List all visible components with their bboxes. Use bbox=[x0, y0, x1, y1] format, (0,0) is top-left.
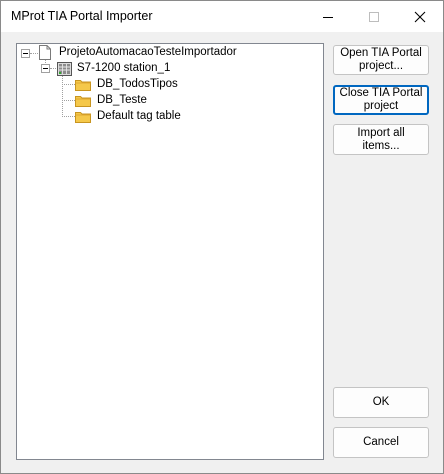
close-project-button[interactable]: Close TIA Portal project bbox=[333, 85, 429, 115]
tree-node-folder[interactable]: DB_TodosTipos bbox=[17, 77, 317, 93]
collapse-toggle[interactable] bbox=[21, 49, 30, 58]
window-title: MProt TIA Portal Importer bbox=[11, 9, 153, 23]
title-bar[interactable]: MProt TIA Portal Importer bbox=[1, 1, 443, 32]
tree-connector bbox=[30, 53, 38, 54]
tree-node-label: S7-1200 station_1 bbox=[77, 62, 171, 74]
folder-icon bbox=[75, 80, 91, 91]
close-window-button[interactable] bbox=[397, 1, 443, 32]
tree-node-folder[interactable]: DB_Teste bbox=[17, 93, 317, 109]
tree-node-station[interactable]: S7-1200 station_1 bbox=[17, 61, 317, 77]
importer-window: MProt TIA Portal Importer ProjetoAutomac… bbox=[0, 0, 444, 474]
tree-node-label: Default tag table bbox=[97, 110, 181, 122]
folder-icon bbox=[75, 96, 91, 107]
tree-node-label: ProjetoAutomacaoTesteImportador bbox=[59, 46, 237, 58]
maximize-icon bbox=[369, 12, 379, 22]
project-tree[interactable]: ProjetoAutomacaoTesteImportador S7-1200 … bbox=[16, 43, 324, 460]
cancel-button[interactable]: Cancel bbox=[333, 427, 429, 458]
close-icon bbox=[414, 11, 426, 23]
maximize-button bbox=[351, 1, 397, 32]
tree-node-label: DB_TodosTipos bbox=[97, 78, 178, 90]
minimize-button[interactable] bbox=[305, 1, 351, 32]
document-icon bbox=[39, 45, 51, 60]
tree-node-root[interactable]: ProjetoAutomacaoTesteImportador bbox=[17, 45, 317, 61]
import-all-button[interactable]: Import all items... bbox=[333, 124, 429, 155]
plc-icon bbox=[57, 62, 72, 76]
tree-connector bbox=[50, 68, 56, 69]
tree-node-label: DB_Teste bbox=[97, 94, 147, 106]
ok-button[interactable]: OK bbox=[333, 387, 429, 418]
folder-icon bbox=[75, 112, 91, 123]
minimize-icon bbox=[323, 17, 333, 18]
tree-node-folder[interactable]: Default tag table bbox=[17, 109, 317, 125]
collapse-toggle[interactable] bbox=[41, 64, 50, 73]
open-project-button[interactable]: Open TIA Portal project... bbox=[333, 45, 429, 75]
